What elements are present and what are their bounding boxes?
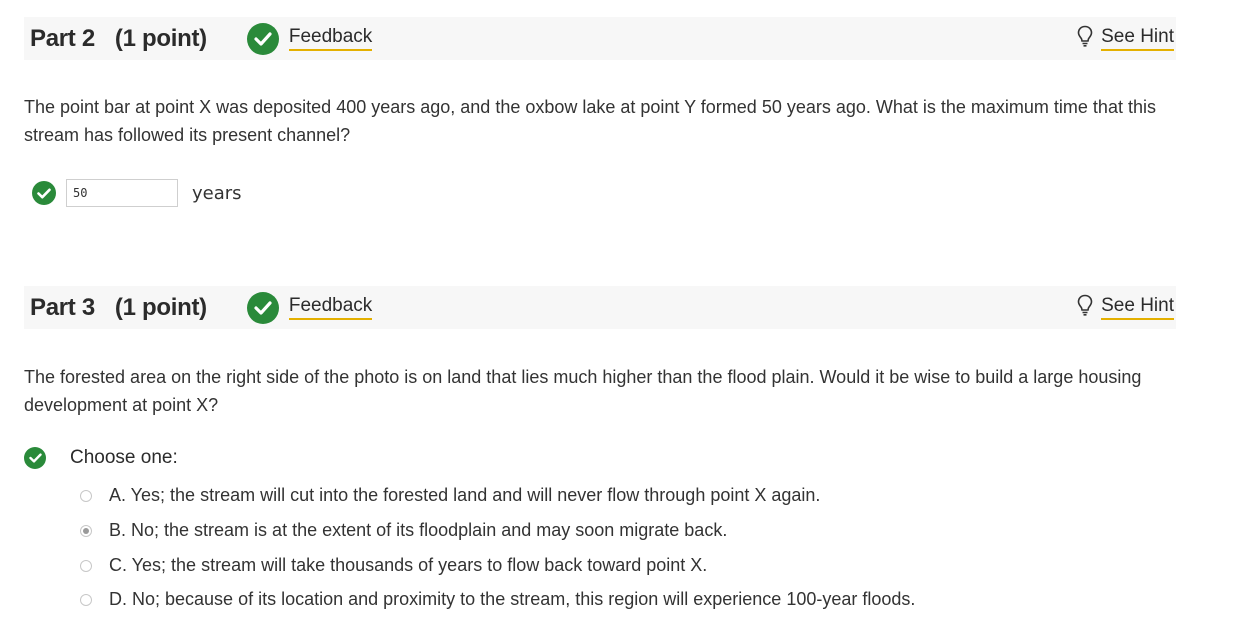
option-a[interactable]: A. Yes; the stream will cut into the for… bbox=[80, 485, 820, 506]
lightbulb-icon bbox=[1077, 294, 1093, 321]
see-hint-link[interactable]: See Hint bbox=[1101, 26, 1174, 51]
part-3-feedback[interactable]: Feedback bbox=[246, 291, 373, 324]
part-2-question: The point bar at point X was deposited 4… bbox=[24, 97, 1156, 145]
feedback-link[interactable]: Feedback bbox=[288, 295, 373, 320]
option-text: A. Yes; the stream will cut into the for… bbox=[109, 485, 821, 505]
part-2-header: Part 2 (1 point) Feedback See Hint bbox=[24, 17, 1176, 60]
check-circle-icon bbox=[246, 291, 279, 324]
part-3-see-hint[interactable]: See Hint bbox=[1077, 294, 1174, 321]
part-2-feedback[interactable]: Feedback bbox=[246, 22, 373, 55]
option-d[interactable]: D. No; because of its location and proxi… bbox=[80, 589, 915, 610]
part-2-title: Part 2 bbox=[30, 24, 95, 52]
check-circle-icon bbox=[24, 447, 46, 469]
check-circle-icon bbox=[246, 22, 279, 55]
part-2-points: (1 point) bbox=[114, 24, 207, 52]
check-circle-icon bbox=[32, 181, 56, 205]
feedback-link[interactable]: Feedback bbox=[288, 26, 373, 51]
option-text: B. No; the stream is at the extent of it… bbox=[109, 520, 728, 540]
part-3-points: (1 point) bbox=[114, 293, 207, 321]
option-b[interactable]: B. No; the stream is at the extent of it… bbox=[80, 520, 727, 541]
answer-input[interactable] bbox=[66, 179, 178, 207]
option-c[interactable]: C. Yes; the stream will take thousands o… bbox=[80, 555, 707, 576]
answer-units: years bbox=[192, 182, 242, 204]
radio-button[interactable] bbox=[80, 489, 92, 502]
radio-button[interactable] bbox=[80, 559, 92, 572]
option-text: D. No; because of its location and proxi… bbox=[109, 589, 916, 609]
part-3-question: The forested area on the right side of t… bbox=[24, 367, 1142, 415]
part-3-header: Part 3 (1 point) Feedback See Hint bbox=[24, 286, 1176, 329]
lightbulb-icon bbox=[1077, 25, 1093, 52]
choose-one-row: Choose one: bbox=[24, 447, 178, 469]
radio-button[interactable] bbox=[80, 593, 92, 606]
part-3-title: Part 3 bbox=[30, 293, 95, 321]
radio-button-selected[interactable] bbox=[80, 524, 92, 537]
see-hint-link[interactable]: See Hint bbox=[1101, 295, 1174, 320]
part-2-see-hint[interactable]: See Hint bbox=[1077, 25, 1174, 52]
choose-one-label: Choose one: bbox=[70, 447, 178, 468]
part-2-answer-row: years bbox=[32, 179, 242, 207]
option-text: C. Yes; the stream will take thousands o… bbox=[109, 555, 708, 575]
